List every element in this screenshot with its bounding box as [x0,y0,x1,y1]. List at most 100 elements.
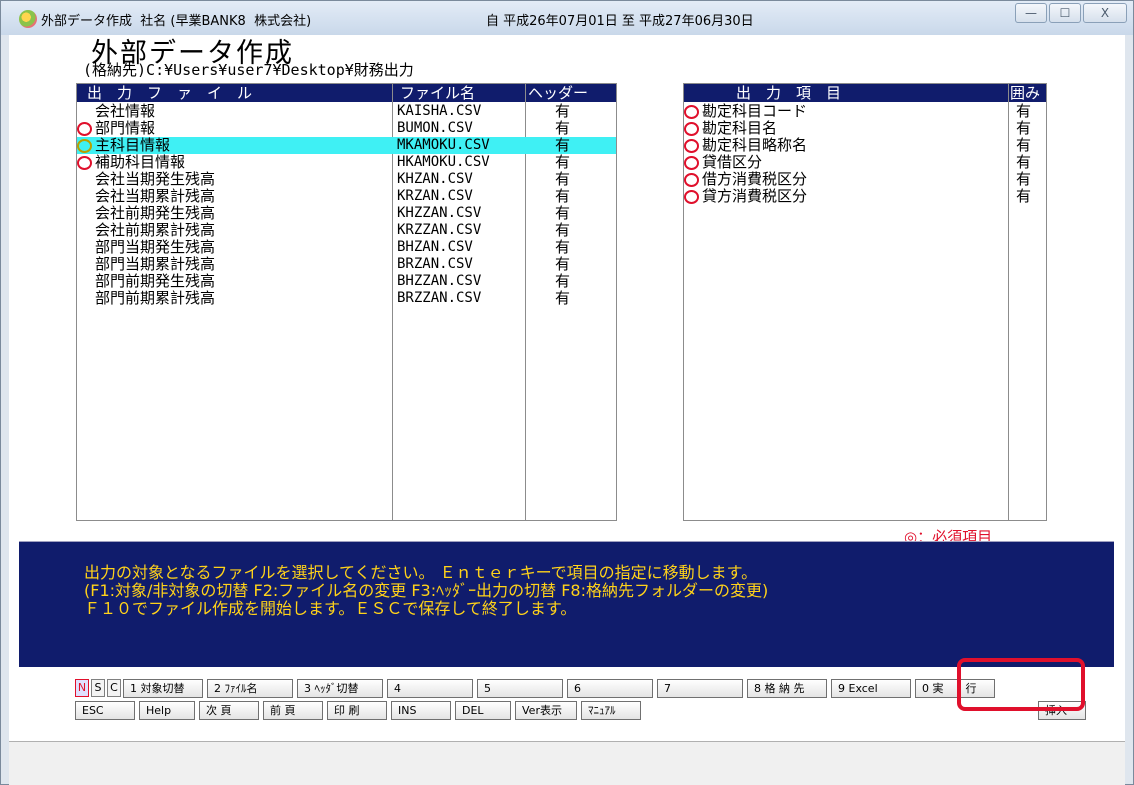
header-flag: 有 [555,221,571,239]
key-button[interactable]: 次 頁 [199,701,259,720]
header-flag: 有 [555,187,571,205]
csv-filename: KHZZAN.CSV [397,205,482,221]
enclose-flag: 有 [1016,153,1032,171]
output-items-list[interactable]: 出 力 項 目 囲み 勘定科目コード有勘定科目名有勘定科目略称名有貸借区分有借方… [683,83,1047,521]
file-rows: 会社情報 KAISHA.CSV 有部門情報 BUMON.CSV 有主科目情報 MKAMOK… [77,103,616,307]
item-name-label: 勘定科目コード [702,102,808,120]
window-title: 外部データ作成 社名 (早業BANK8 株式会社) [41,14,312,29]
key-button[interactable]: ESC [75,701,135,720]
key-button[interactable]: 前 頁 [263,701,323,720]
file-row[interactable]: 主科目情報 MKAMOKU.CSV 有 [77,137,616,154]
csv-filename: MKAMOKU.CSV [397,137,490,153]
selection-circle-icon [77,156,92,170]
item-name-label: 勘定科目略称名 [702,136,808,154]
output-files-list[interactable]: 出 力 フ ァ イ ル ファイル名 ヘッダー 会社情報 KAISHA.CSV 有部門… [76,83,617,521]
file-row[interactable]: 部門情報 BUMON.CSV 有 [77,120,616,137]
file-name-label: 会社前期発生残高 [95,204,216,222]
selection-circle-icon [684,139,699,153]
maximize-button[interactable]: ☐ [1049,3,1081,23]
message-line: 出力の対象となるファイルを選択してください。 Ｅｎｔｅｒキーで項目の指定に移動し… [84,563,758,582]
file-row[interactable]: 部門前期累計残高 BRZZAN.CSV 有 [77,290,616,307]
item-row[interactable]: 勘定科目コード 有 [684,103,1046,120]
file-name-label: 会社当期発生残高 [95,170,216,188]
file-row[interactable]: 補助科目情報 HKAMOKU.CSV 有 [77,154,616,171]
function-key-7-button[interactable]: 7 [657,679,743,698]
selection-circle-icon [77,122,92,136]
key-button[interactable]: DEL [455,701,511,720]
mode-indicator: S [91,679,105,697]
header-flag: 有 [555,289,571,307]
enclose-flag: 有 [1016,170,1032,188]
selection-circle-icon [684,122,699,136]
function-key-5-button[interactable]: 5 [477,679,563,698]
file-name-label: 会社当期累計残高 [95,187,216,205]
file-row[interactable]: 会社前期累計残高 KRZZAN.CSV 有 [77,222,616,239]
item-row[interactable]: 勘定科目略称名 有 [684,137,1046,154]
file-name-label: 会社情報 [95,102,156,120]
key-button[interactable]: ﾏﾆｭｱﾙ [581,701,641,720]
selection-circle-icon [77,139,92,153]
header-flag: 有 [555,255,571,273]
item-name-label: 借方消費税区分 [702,170,808,188]
key-button[interactable]: 印 刷 [327,701,387,720]
file-row[interactable]: 会社前期発生残高 KHZZAN.CSV 有 [77,205,616,222]
csv-filename: BRZAN.CSV [397,256,473,272]
output-path: (格納先)C:¥Users¥user7¥Desktop¥財務出力 [83,61,414,79]
header-output-item: 出 力 項 目 [736,84,842,102]
file-row[interactable]: 会社当期発生残高 KHZAN.CSV 有 [77,171,616,188]
enclose-flag: 有 [1016,187,1032,205]
function-key-row: NSC1 対象切替 2 ﾌｧｲﾙ名 3 ﾍｯﾀﾞ切替 4 5 6 7 8 格 納 先9 Exc… [75,679,999,699]
header-filename: ファイル名 [400,84,476,102]
item-row[interactable]: 借方消費税区分 有 [684,171,1046,188]
function-key-9-button[interactable]: 9 Excel [831,679,911,698]
file-name-label: 部門当期発生残高 [95,238,216,256]
csv-filename: KAISHA.CSV [397,103,482,119]
close-button[interactable]: X [1083,3,1127,23]
header-flag: 有 [555,153,571,171]
file-row[interactable]: 部門前期発生残高 BHZZAN.CSV 有 [77,273,616,290]
minimize-button[interactable]: — [1015,3,1047,23]
header-flag: 有 [555,136,571,154]
function-key-2-button[interactable]: 2 ﾌｧｲﾙ名 [207,679,293,698]
enclose-flag: 有 [1016,102,1032,120]
app-icon [19,10,37,28]
item-row[interactable]: 勘定科目名 有 [684,120,1046,137]
item-row[interactable]: 貸借区分 有 [684,154,1046,171]
csv-filename: BHZZAN.CSV [397,273,482,289]
function-key-6-button[interactable]: 6 [567,679,653,698]
enclose-flag: 有 [1016,119,1032,137]
item-row[interactable]: 貸方消費税区分 有 [684,188,1046,205]
key-button[interactable]: Ver表示 [515,701,577,720]
file-name-label: 部門当期累計残高 [95,255,216,273]
file-row[interactable]: 部門当期累計残高 BRZAN.CSV 有 [77,256,616,273]
title-bar[interactable]: 外部データ作成 社名 (早業BANK8 株式会社) 自 平成26年07月01日 … [1,1,1133,35]
header-flag: 有 [555,238,571,256]
csv-filename: KHZAN.CSV [397,171,473,187]
enclose-flag: 有 [1016,136,1032,154]
selection-circle-icon [684,105,699,119]
function-key-3-button[interactable]: 3 ﾍｯﾀﾞ切替 [297,679,383,698]
execute-highlight [957,658,1085,711]
function-key-4-button[interactable]: 4 [387,679,473,698]
function-key-1-button[interactable]: 1 対象切替 [123,679,203,698]
header-flag: 有 [555,102,571,120]
file-row[interactable]: 会社当期累計残高 KRZAN.CSV 有 [77,188,616,205]
csv-filename: BHZAN.CSV [397,239,473,255]
selection-circle-icon [684,173,699,187]
item-rows: 勘定科目コード有勘定科目名有勘定科目略称名有貸借区分有借方消費税区分有貸方消費税… [684,103,1046,205]
file-row[interactable]: 会社情報 KAISHA.CSV 有 [77,103,616,120]
csv-filename: BRZZAN.CSV [397,290,482,306]
header-flag: 有 [555,119,571,137]
file-name-label: 部門前期発生残高 [95,272,216,290]
function-key-row: ESC Help 次 頁前 頁印 刷 INS DEL Ver表示 ﾏﾆｭｱﾙ 挿入 [75,701,1090,721]
item-name-label: 貸借区分 [702,153,763,171]
csv-filename: BUMON.CSV [397,120,473,136]
file-name-label: 会社前期累計残高 [95,221,216,239]
key-button[interactable]: INS [391,701,451,720]
status-bar [9,741,1125,785]
function-key-8-button[interactable]: 8 格 納 先 [747,679,827,698]
file-row[interactable]: 部門当期発生残高 BHZAN.CSV 有 [77,239,616,256]
selection-circle-icon [684,190,699,204]
key-button[interactable]: Help [139,701,195,720]
file-name-label: 主科目情報 [95,136,171,154]
